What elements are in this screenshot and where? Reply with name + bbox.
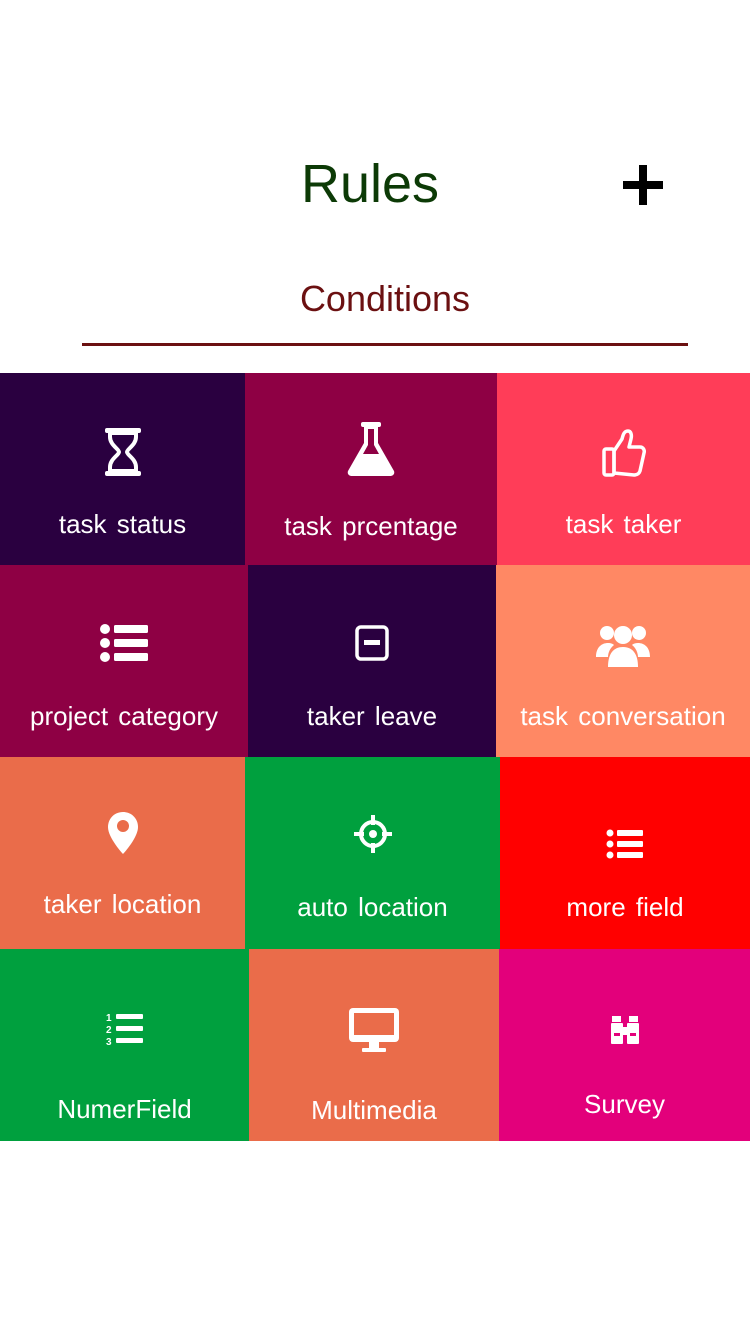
svg-text:1: 1 — [106, 1013, 112, 1024]
numbered-list-icon: 1 2 3 — [0, 1011, 249, 1047]
tile-taker-leave[interactable]: taker leave — [248, 565, 496, 757]
tile-label: more field — [566, 892, 684, 922]
users-icon — [496, 623, 750, 667]
desktop-icon — [249, 1007, 499, 1053]
tile-label: task status — [58, 509, 187, 539]
rules-screen: Rules Conditions task status task prcent… — [0, 0, 750, 1334]
flask-icon — [245, 421, 497, 477]
hourglass-icon — [0, 427, 245, 477]
tile-taker-location[interactable]: taker location — [0, 757, 245, 949]
tile-label: task taker — [565, 509, 682, 539]
tile-label: auto location — [297, 892, 448, 922]
tile-label: NumerField — [57, 1094, 192, 1124]
tile-task-conversation[interactable]: task conversation — [496, 565, 750, 757]
tile-project-category[interactable]: project category — [0, 565, 248, 757]
list-icon — [0, 623, 248, 663]
tile-task-percentage[interactable]: task prcentage — [245, 373, 497, 565]
section-title: Conditions — [299, 278, 471, 319]
tile-label: task prcentage — [284, 511, 458, 541]
tile-label: task conversation — [520, 701, 726, 731]
tile-multimedia[interactable]: Multimedia — [249, 949, 499, 1141]
tile-label: taker location — [43, 889, 202, 919]
binoculars-icon — [499, 1015, 750, 1045]
tile-label: Survey — [584, 1089, 665, 1119]
add-rule-button[interactable] — [618, 160, 668, 210]
list-icon — [500, 829, 750, 859]
minus-square-icon — [248, 625, 496, 661]
thumbs-up-icon — [497, 429, 750, 477]
tile-survey[interactable]: Survey — [499, 949, 750, 1141]
tile-task-status[interactable]: task status — [0, 373, 245, 565]
crosshairs-icon — [245, 815, 500, 853]
tile-auto-location[interactable]: auto location — [245, 757, 500, 949]
section-underline — [82, 343, 688, 346]
tile-task-taker[interactable]: task taker — [497, 373, 750, 565]
plus-icon — [623, 165, 663, 205]
tile-label: Multimedia — [311, 1095, 437, 1125]
tile-label: project category — [30, 701, 218, 731]
svg-text:3: 3 — [106, 1037, 112, 1047]
map-marker-icon — [0, 811, 245, 855]
svg-text:2: 2 — [106, 1025, 112, 1036]
tile-label: taker leave — [306, 701, 438, 731]
tile-more-field[interactable]: more field — [500, 757, 750, 949]
tile-numerfield[interactable]: 1 2 3 NumerField — [0, 949, 249, 1141]
